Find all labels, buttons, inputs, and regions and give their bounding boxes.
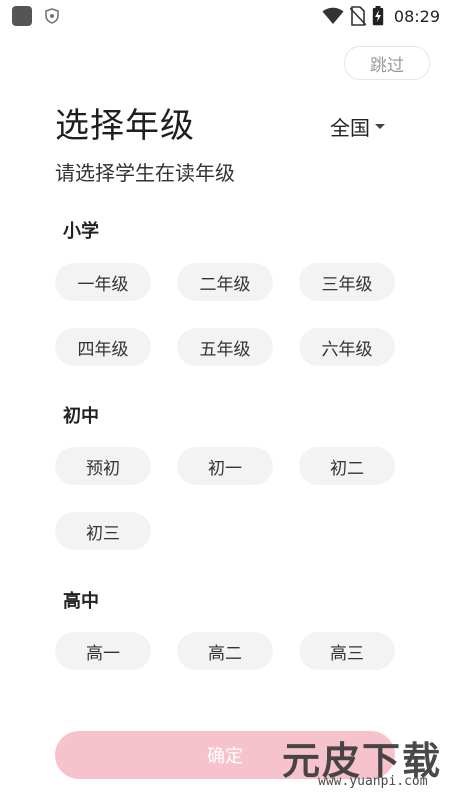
page-subtitle: 请选择学生在读年级 xyxy=(55,161,235,185)
grade-chip[interactable]: 预初 xyxy=(55,447,151,485)
wifi-icon xyxy=(322,7,344,24)
app-notification-icon xyxy=(12,6,32,26)
grade-chip[interactable]: 一年级 xyxy=(55,263,151,301)
skip-button[interactable]: 跳过 xyxy=(344,46,430,80)
grade-chip[interactable]: 高三 xyxy=(299,632,395,670)
status-time: 08:29 xyxy=(393,6,440,26)
region-label: 全国 xyxy=(330,116,370,140)
section-title-high: 高中 xyxy=(63,591,99,612)
grade-chip[interactable]: 二年级 xyxy=(177,263,273,301)
section-title-middle: 初中 xyxy=(63,406,99,427)
battery-charging-icon xyxy=(372,6,384,26)
page-title: 选择年级 xyxy=(55,106,195,146)
grade-chip[interactable]: 六年级 xyxy=(299,328,395,366)
region-selector[interactable]: 全国 xyxy=(330,112,385,141)
caret-down-icon xyxy=(375,124,385,129)
status-bar: 08:29 xyxy=(0,0,450,32)
grade-chip[interactable]: 三年级 xyxy=(299,263,395,301)
grade-chip[interactable]: 五年级 xyxy=(177,328,273,366)
grade-chip[interactable]: 四年级 xyxy=(55,328,151,366)
grade-chip[interactable]: 初三 xyxy=(55,512,151,550)
section-title-primary: 小学 xyxy=(63,221,99,242)
grade-chip[interactable]: 高一 xyxy=(55,632,151,670)
grade-chip[interactable]: 初一 xyxy=(177,447,273,485)
watermark-url: www.yuanpi.com xyxy=(318,774,428,789)
no-sim-icon xyxy=(349,6,366,26)
watermark-logo: 元皮下载 www.yuanpi.com xyxy=(268,726,446,796)
shield-icon xyxy=(45,8,59,24)
grade-chip[interactable]: 高二 xyxy=(177,632,273,670)
grade-chip[interactable]: 初二 xyxy=(299,447,395,485)
